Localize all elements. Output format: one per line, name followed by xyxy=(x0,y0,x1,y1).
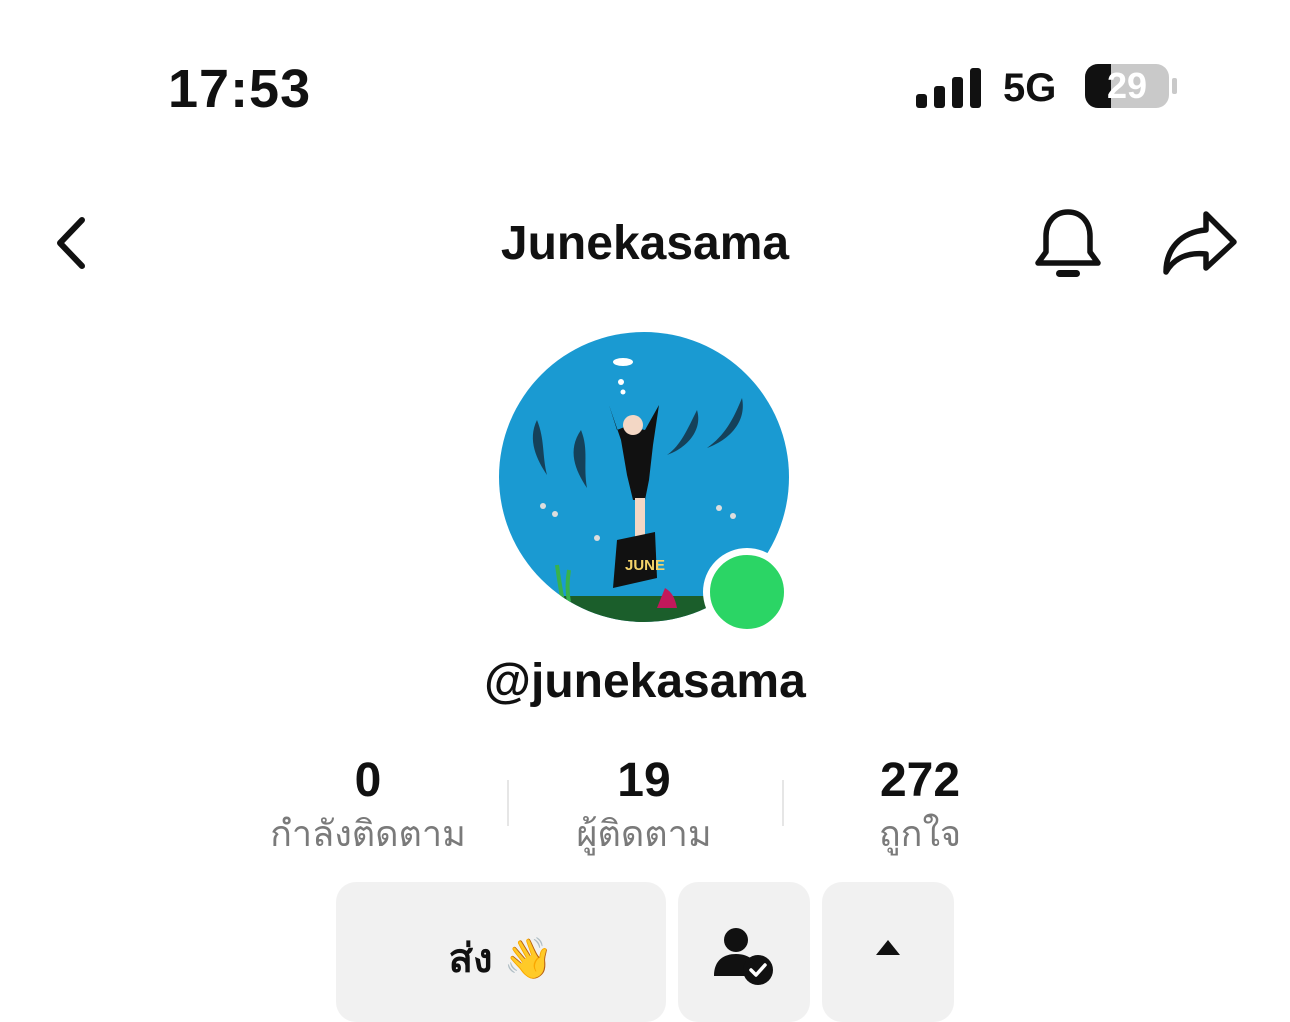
suggested-accounts-toggle[interactable] xyxy=(822,882,954,1022)
stat-likes-value: 272 xyxy=(879,754,961,807)
stat-likes-label: ถูกใจ xyxy=(878,813,962,854)
friends-button[interactable] xyxy=(678,882,810,1022)
bell-icon[interactable] xyxy=(1032,204,1104,282)
stat-likes: 272 ถูกใจ xyxy=(790,754,1050,856)
cellular-signal-icon xyxy=(916,68,981,108)
stat-followers[interactable]: 19 ผู้ติดตาม xyxy=(514,754,774,856)
battery-level: 29 xyxy=(1106,65,1148,106)
profile-handle: @junekasama xyxy=(484,655,806,708)
stat-divider xyxy=(782,780,784,826)
stat-following[interactable]: 0 กำลังติดตาม xyxy=(238,754,498,856)
svg-text:JUNE: JUNE xyxy=(625,557,665,574)
stat-followers-label: ผู้ติดตาม xyxy=(576,813,712,854)
stat-following-value: 0 xyxy=(354,754,382,807)
status-time: 17:53 xyxy=(168,59,312,119)
user-check-icon xyxy=(714,928,773,985)
share-arrow-icon[interactable] xyxy=(1158,206,1240,280)
send-wave-button[interactable]: ส่ง 👋 xyxy=(336,882,666,1022)
stat-following-label: กำลังติดตาม xyxy=(270,813,466,854)
online-status-dot xyxy=(703,548,791,636)
caret-up-icon xyxy=(876,940,900,955)
network-type: 5G xyxy=(1003,66,1057,110)
send-wave-label: ส่ง 👋 xyxy=(448,937,554,981)
stat-divider xyxy=(507,780,509,826)
battery-icon: 29 xyxy=(1084,63,1178,111)
stat-followers-value: 19 xyxy=(617,754,671,807)
